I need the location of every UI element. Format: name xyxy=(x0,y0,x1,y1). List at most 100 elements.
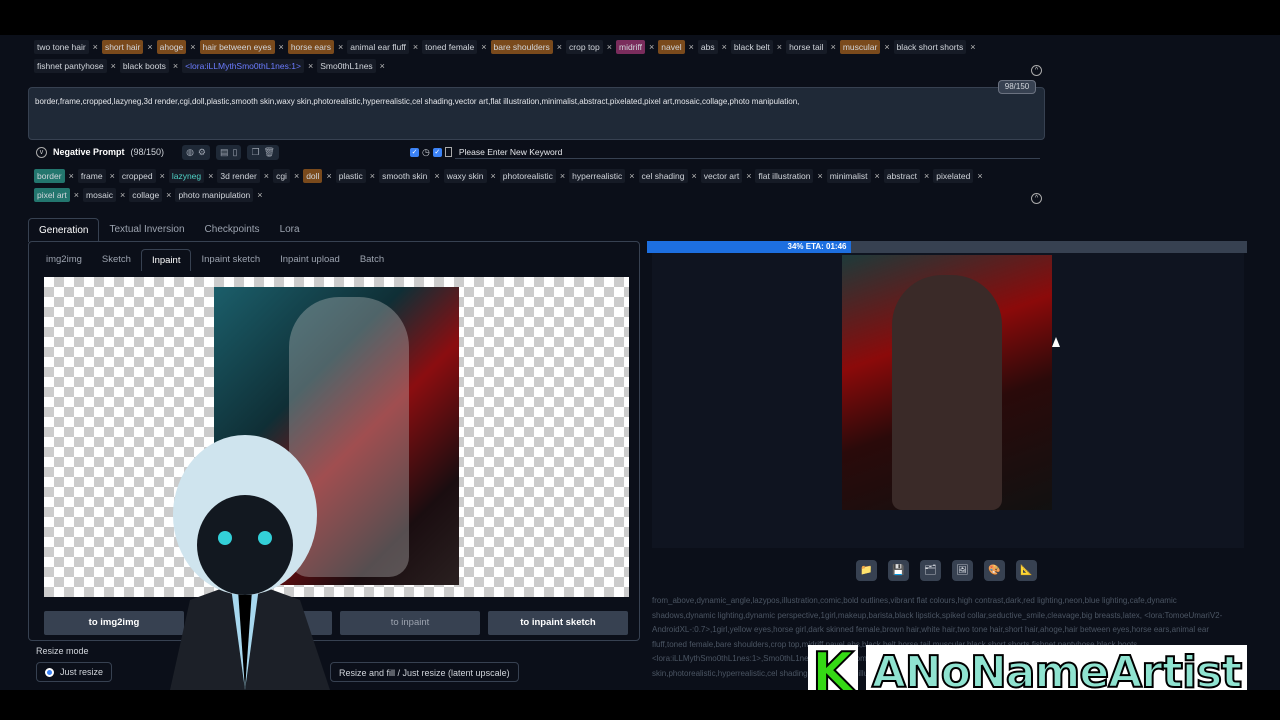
tag-label[interactable]: waxy skin xyxy=(443,169,487,183)
paste-icon[interactable]: ▤ xyxy=(220,147,229,158)
tag-label[interactable]: collage xyxy=(129,188,163,202)
remove-tag-icon[interactable]: × xyxy=(777,42,782,52)
history-icon[interactable]: ◷ xyxy=(422,147,430,158)
output-image[interactable] xyxy=(842,255,1052,510)
gear-icon[interactable]: ⚙ xyxy=(198,147,206,158)
tag-chip[interactable]: fishnet pantyhose × xyxy=(34,59,116,73)
tag-chip[interactable]: muscular × xyxy=(839,40,890,54)
remove-tag-icon[interactable]: × xyxy=(160,171,165,181)
remove-tag-icon[interactable]: × xyxy=(831,42,836,52)
remove-tag-icon[interactable]: × xyxy=(746,171,751,181)
tag-chip[interactable]: navel × xyxy=(658,40,694,54)
tag-chip[interactable]: pixel art × xyxy=(34,188,79,202)
checkbox[interactable]: ✓ xyxy=(410,147,419,157)
checkbox[interactable]: ✓ xyxy=(432,147,442,157)
tag-label[interactable]: minimalist xyxy=(826,169,871,183)
remove-tag-icon[interactable]: × xyxy=(190,42,195,52)
tag-label[interactable]: abs xyxy=(697,40,718,54)
tag-chip[interactable]: cropped × xyxy=(118,169,165,183)
tag-label[interactable]: abstract xyxy=(883,169,921,183)
tag-chip[interactable]: waxy skin × xyxy=(443,169,496,183)
collapse-icon[interactable]: v xyxy=(36,146,47,158)
tag-label[interactable]: photo manipulation xyxy=(175,188,254,202)
remove-tag-icon[interactable]: × xyxy=(370,171,375,181)
checkbox-empty[interactable] xyxy=(444,147,452,157)
tag-label[interactable]: pixel art xyxy=(34,188,70,202)
tag-label[interactable]: vector art xyxy=(700,169,743,183)
tag-label[interactable]: flat illustration xyxy=(755,169,814,183)
keyword-input[interactable]: Please Enter New Keyword xyxy=(454,145,1040,159)
remove-tag-icon[interactable]: × xyxy=(338,42,343,52)
tag-label[interactable]: fishnet pantyhose xyxy=(34,59,107,73)
tab-lora[interactable]: Lora xyxy=(270,218,310,242)
tag-label[interactable]: toned female xyxy=(422,40,478,54)
remove-tag-icon[interactable]: × xyxy=(120,190,125,200)
tag-chip[interactable]: photo manipulation × xyxy=(175,188,263,202)
remove-tag-icon[interactable]: × xyxy=(692,171,697,181)
remove-tag-icon[interactable]: × xyxy=(481,42,486,52)
remove-tag-icon[interactable]: × xyxy=(491,171,496,181)
tag-chip[interactable]: frame × xyxy=(77,169,115,183)
tag-chip[interactable]: doll × xyxy=(303,169,332,183)
remove-tag-icon[interactable]: × xyxy=(294,171,299,181)
tag-label[interactable]: midriff xyxy=(616,40,646,54)
tag-chip[interactable]: abs × xyxy=(697,40,727,54)
copy-icon[interactable]: ❐ xyxy=(251,147,259,158)
remove-tag-icon[interactable]: × xyxy=(111,61,116,71)
tag-chip[interactable]: horse tail × xyxy=(786,40,836,54)
tag-chip[interactable]: cel shading × xyxy=(638,169,697,183)
tag-chip[interactable]: ahoge × xyxy=(156,40,196,54)
tag-chip[interactable]: crop top × xyxy=(566,40,612,54)
remove-tag-icon[interactable]: × xyxy=(69,171,74,181)
remove-tag-icon[interactable]: × xyxy=(257,190,262,200)
tab-textual-inversion[interactable]: Textual Inversion xyxy=(99,218,194,242)
tag-label[interactable]: ahoge xyxy=(156,40,187,54)
tag-chip[interactable]: hyperrealistic × xyxy=(569,169,635,183)
folder-icon[interactable]: 📁 xyxy=(856,560,877,581)
tag-label[interactable]: 3d render xyxy=(217,169,260,183)
collapse-icon[interactable]: ^ xyxy=(1031,65,1042,76)
tag-label[interactable]: short hair xyxy=(101,40,144,54)
tag-label[interactable]: muscular xyxy=(839,40,881,54)
tag-label[interactable]: horse tail xyxy=(786,40,827,54)
tab-checkpoints[interactable]: Checkpoints xyxy=(195,218,270,242)
globe-icon[interactable]: ◍ xyxy=(186,147,194,158)
tag-label[interactable]: photorealistic xyxy=(499,169,556,183)
remove-tag-icon[interactable]: × xyxy=(689,42,694,52)
remove-tag-icon[interactable]: × xyxy=(110,171,115,181)
radio-just-resize[interactable]: Just resize xyxy=(36,662,113,682)
remove-tag-icon[interactable]: × xyxy=(74,190,79,200)
tag-chip[interactable]: black boots × xyxy=(119,59,178,73)
tag-label[interactable]: black belt xyxy=(730,40,773,54)
tag-chip[interactable]: vector art × xyxy=(700,169,751,183)
tag-label[interactable]: two tone hair xyxy=(34,40,89,54)
ruler-icon[interactable]: 📐 xyxy=(1016,560,1037,581)
remove-tag-icon[interactable]: × xyxy=(166,190,171,200)
to-inpaint-sketch-button[interactable]: to inpaint sketch xyxy=(488,611,628,635)
tag-chip[interactable]: toned female × xyxy=(422,40,487,54)
remove-tag-icon[interactable]: × xyxy=(308,61,313,71)
tag-chip[interactable]: midriff × xyxy=(616,40,654,54)
tag-label[interactable]: border xyxy=(34,169,65,183)
remove-tag-icon[interactable]: × xyxy=(722,42,727,52)
tab-batch[interactable]: Batch xyxy=(350,249,394,271)
tab-inpaint[interactable]: Inpaint xyxy=(140,249,192,271)
remove-tag-icon[interactable]: × xyxy=(649,42,654,52)
tag-label[interactable]: horse ears xyxy=(287,40,334,54)
tag-label[interactable]: bare shoulders xyxy=(490,40,553,54)
tag-chip[interactable]: cgi × xyxy=(273,169,299,183)
save-icon[interactable]: 💾 xyxy=(888,560,909,581)
tag-chip[interactable]: plastic × xyxy=(335,169,375,183)
tag-chip[interactable]: two tone hair × xyxy=(34,40,98,54)
remove-tag-icon[interactable]: × xyxy=(264,171,269,181)
remove-tag-icon[interactable]: × xyxy=(208,171,213,181)
remove-tag-icon[interactable]: × xyxy=(434,171,439,181)
remove-tag-icon[interactable]: × xyxy=(173,61,178,71)
remove-tag-icon[interactable]: × xyxy=(147,42,152,52)
image-icon[interactable]: 🖼 xyxy=(952,560,973,581)
tag-chip[interactable]: horse ears × xyxy=(287,40,343,54)
remove-tag-icon[interactable]: × xyxy=(326,171,331,181)
tag-chip[interactable]: mosaic × xyxy=(83,188,125,202)
tab-inpaint-upload[interactable]: Inpaint upload xyxy=(270,249,350,271)
remove-tag-icon[interactable]: × xyxy=(875,171,880,181)
